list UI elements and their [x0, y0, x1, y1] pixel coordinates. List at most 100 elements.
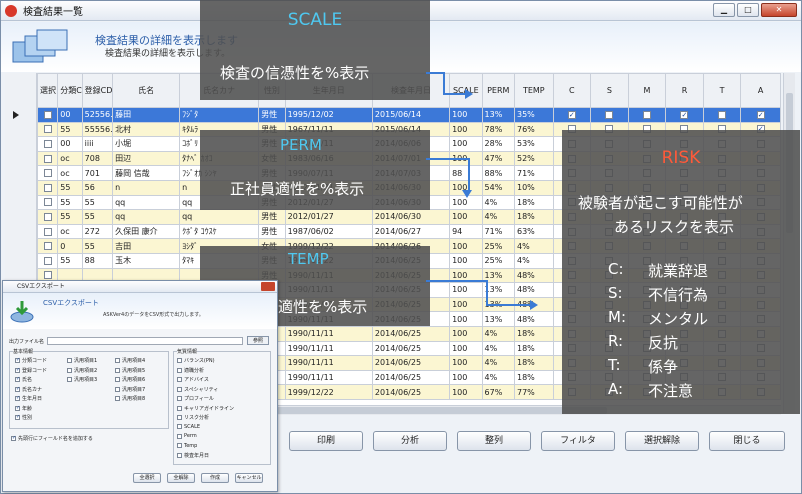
checkbox[interactable]: [177, 405, 182, 411]
cell-checkbox-sel[interactable]: [37, 121, 59, 138]
cell-checkbox-sel[interactable]: [37, 194, 59, 211]
export-field-option[interactable]: ✓ 氏名: [15, 376, 32, 383]
file-name-input[interactable]: [47, 337, 243, 345]
export-field-option[interactable]: ✓ 分類コード: [15, 357, 47, 364]
checkbox[interactable]: [177, 367, 182, 373]
cell-checkbox-sel[interactable]: [37, 252, 59, 269]
cell-checkbox-r[interactable]: ✓: [665, 107, 704, 123]
checkbox[interactable]: ✓: [15, 386, 20, 392]
checkbox[interactable]: [67, 358, 72, 363]
column-header[interactable]: 分類CD: [57, 73, 83, 108]
export-field-option[interactable]: SCALE: [177, 424, 200, 430]
column-header[interactable]: 登録CD: [81, 73, 114, 108]
checkbox[interactable]: ✓: [680, 110, 689, 119]
maximize-button[interactable]: □: [737, 3, 759, 17]
column-header[interactable]: T: [702, 73, 742, 108]
checkbox[interactable]: [43, 271, 52, 280]
checkbox[interactable]: [642, 110, 651, 119]
export-field-option[interactable]: 汎用項目1: [67, 357, 97, 364]
checkbox[interactable]: [115, 396, 120, 401]
checkbox[interactable]: ✓: [756, 110, 765, 119]
checkbox[interactable]: [43, 212, 52, 221]
column-header[interactable]: A: [740, 73, 781, 108]
export-field-option[interactable]: ✓ 生年月日: [15, 395, 42, 402]
column-header[interactable]: 氏名: [112, 73, 181, 108]
dialog-close-button[interactable]: [261, 282, 275, 291]
checkbox[interactable]: [43, 110, 52, 119]
export-field-option[interactable]: ✓ 性別: [15, 414, 32, 421]
checkbox[interactable]: [605, 110, 614, 119]
close-button[interactable]: ✕: [761, 3, 797, 17]
checkbox[interactable]: [177, 415, 182, 420]
cell-checkbox-c[interactable]: ✓: [552, 107, 592, 123]
checkbox[interactable]: ✓: [15, 396, 20, 401]
checkbox[interactable]: [177, 453, 182, 458]
cell-checkbox-t[interactable]: [702, 107, 742, 123]
export-field-option[interactable]: 汎用項目6: [115, 376, 145, 383]
checkbox[interactable]: [43, 183, 52, 192]
checkbox[interactable]: [43, 227, 52, 236]
checkbox[interactable]: [177, 377, 182, 382]
checkbox[interactable]: [115, 377, 120, 382]
export-field-option[interactable]: アドバイス: [177, 376, 209, 383]
export-field-option[interactable]: 汎用項目8: [115, 395, 145, 402]
checkbox[interactable]: ✓: [15, 415, 20, 420]
checkbox[interactable]: [718, 110, 727, 119]
checkbox[interactable]: ✓: [15, 358, 20, 363]
export-field-option[interactable]: 検査年月日: [177, 452, 209, 459]
checkbox[interactable]: [43, 169, 52, 178]
export-field-option[interactable]: Temp: [177, 443, 197, 449]
minimize-button[interactable]: ▁: [713, 3, 735, 17]
sort-button[interactable]: 整列: [457, 431, 531, 451]
column-header[interactable]: TEMP: [514, 73, 554, 108]
horizontal-scroll-thumb[interactable]: [277, 407, 607, 414]
export-field-option[interactable]: リスク分析: [177, 414, 209, 421]
export-field-option[interactable]: 汎用項目2: [67, 367, 97, 374]
export-field-option[interactable]: バランス(PN): [177, 357, 215, 364]
export-field-option[interactable]: プロフィール: [177, 395, 214, 402]
cell-checkbox-sel[interactable]: [37, 209, 59, 225]
header-row-option[interactable]: ✓ 先頭行にフィールド名を追加する: [11, 435, 93, 442]
checkbox[interactable]: ✓: [567, 110, 576, 119]
cell-checkbox-s[interactable]: [590, 107, 629, 123]
checkbox[interactable]: [43, 125, 52, 134]
dialog-action-button[interactable]: 作成: [201, 473, 229, 483]
export-field-option[interactable]: ✓ 氏名カナ: [15, 386, 42, 393]
checkbox[interactable]: [115, 358, 120, 363]
print-button[interactable]: 印刷: [289, 431, 363, 451]
column-header[interactable]: M: [627, 73, 667, 108]
export-field-option[interactable]: 汎用項目4: [115, 357, 145, 364]
export-field-option[interactable]: スペシャリティ: [177, 386, 218, 393]
table-row[interactable]: 0052556...藤田ﾌｼﾞﾀ男性1995/12/022015/06/1410…: [37, 107, 781, 123]
export-field-option[interactable]: 汎用項目3: [67, 376, 97, 383]
cell-checkbox-sel[interactable]: [37, 150, 59, 167]
column-header[interactable]: S: [590, 73, 629, 108]
export-field-option[interactable]: 適職分析: [177, 367, 204, 374]
close-list-button[interactable]: 閉じる: [709, 431, 785, 451]
checkbox[interactable]: [43, 154, 52, 163]
dialog-action-button[interactable]: 全解除: [167, 473, 195, 483]
analysis-button[interactable]: 分析: [373, 431, 447, 451]
checkbox[interactable]: [43, 198, 52, 207]
checkbox[interactable]: ✓: [15, 405, 20, 411]
checkbox[interactable]: ✓: [15, 377, 20, 382]
cell-checkbox-sel[interactable]: [37, 107, 59, 123]
export-field-option[interactable]: キャリアガイドライン: [177, 405, 234, 412]
checkbox[interactable]: [177, 386, 182, 392]
browse-button[interactable]: 参照: [247, 336, 269, 345]
checkbox[interactable]: [177, 443, 182, 448]
export-field-option[interactable]: Perm: [177, 433, 197, 439]
column-header[interactable]: PERM: [481, 73, 516, 108]
dialog-action-button[interactable]: キャンセル: [235, 473, 263, 483]
checkbox[interactable]: [43, 242, 52, 251]
cell-checkbox-sel[interactable]: [37, 179, 59, 196]
checkbox[interactable]: ✓: [15, 367, 20, 373]
checkbox[interactable]: [67, 377, 72, 382]
column-header[interactable]: C: [552, 73, 592, 108]
dialog-action-button[interactable]: 全選択: [133, 473, 161, 483]
cell-checkbox-sel[interactable]: [37, 165, 59, 181]
checkbox[interactable]: [177, 424, 182, 429]
export-field-option[interactable]: ✓ 年齢: [15, 405, 32, 412]
cell-checkbox-sel[interactable]: [37, 238, 59, 254]
checkbox[interactable]: [43, 139, 52, 148]
